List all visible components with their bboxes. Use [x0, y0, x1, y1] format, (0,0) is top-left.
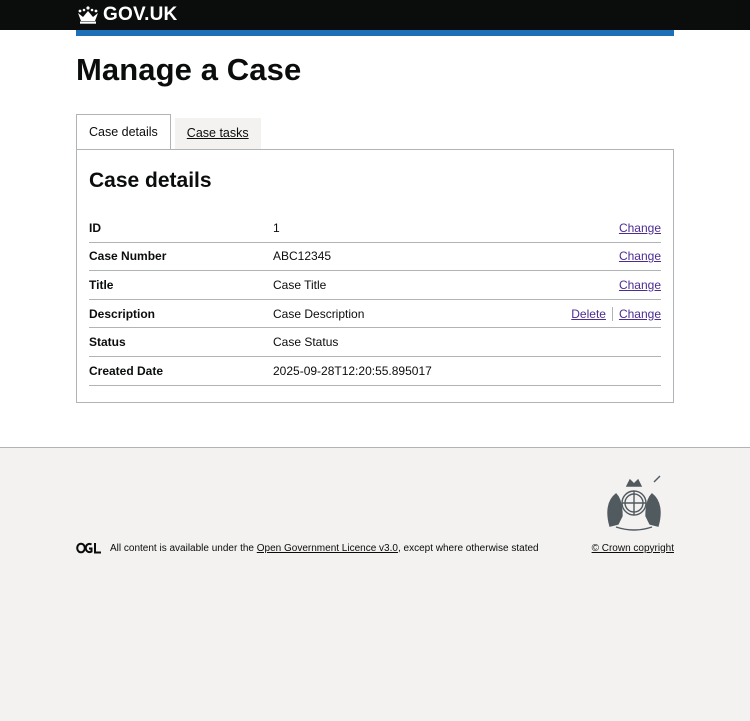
change-title-link[interactable]: Change	[619, 278, 661, 292]
tab-case-tasks[interactable]: Case tasks	[174, 118, 261, 149]
govuk-footer: All content is available under the Open …	[0, 447, 750, 716]
licence-prefix: All content is available under the	[110, 542, 257, 554]
tab-list: Case details Case tasks	[76, 114, 674, 149]
govuk-header: GOV.UK	[0, 0, 750, 30]
page-top: GOV.UK Manage a Case Case details Case t…	[0, 0, 750, 447]
footer-meta: All content is available under the Open …	[76, 542, 674, 554]
row-value: Case Status	[273, 335, 339, 350]
summary-row-case-number: Case Number ABC12345 Change	[89, 243, 661, 272]
change-description-link[interactable]: Change	[619, 307, 661, 321]
row-key: Title	[89, 277, 114, 292]
royal-coat-of-arms-icon	[607, 475, 661, 531]
row-actions: Delete Change	[571, 306, 661, 321]
change-id-link[interactable]: Change	[619, 221, 661, 235]
main-content: Manage a Case Case details Case tasks Ca…	[0, 30, 750, 447]
govuk-logo-link[interactable]: GOV.UK	[76, 4, 177, 26]
page-title: Manage a Case	[76, 52, 302, 87]
row-key: Status	[89, 335, 126, 350]
header-container: GOV.UK	[76, 0, 674, 30]
row-value: ABC12345	[273, 249, 332, 264]
licence-suffix: , except where otherwise stated	[397, 542, 539, 554]
ogl-licence-link[interactable]: Open Government Licence v3.0	[257, 543, 398, 554]
change-case-number-link[interactable]: Change	[619, 249, 661, 263]
ogl-logo-icon	[76, 542, 101, 554]
row-key: Created Date	[89, 363, 164, 378]
row-key: Description	[89, 306, 156, 321]
tabs: Case details Case tasks Case details ID …	[76, 114, 674, 403]
row-key: Case Number	[89, 249, 167, 264]
row-key: ID	[89, 220, 101, 235]
summary-row-status: Status Case Status	[89, 328, 661, 357]
summary-row-created-date: Created Date 2025-09-28T12:20:55.895017	[89, 357, 661, 386]
case-details-panel: Case details ID 1 Change Case Number ABC…	[76, 149, 674, 403]
summary-row-description: Description Case Description Delete Chan…	[89, 300, 661, 329]
summary-row-id: ID 1 Change	[89, 214, 661, 243]
row-actions: Change	[619, 221, 661, 235]
crown-copyright-link[interactable]: © Crown copyright	[592, 543, 674, 554]
panel-heading: Case details	[89, 169, 212, 192]
row-actions: Change	[619, 278, 661, 292]
row-value: 2025-09-28T12:20:55.895017	[273, 363, 432, 378]
logo-text: GOV.UK	[103, 4, 178, 25]
action-divider	[611, 306, 613, 321]
row-value: Case Title	[273, 277, 327, 292]
crown-icon	[78, 6, 98, 24]
delete-description-link[interactable]: Delete	[571, 307, 606, 321]
row-value: Case Description	[273, 306, 365, 321]
tab-case-details[interactable]: Case details	[76, 114, 171, 149]
licence-text: All content is available under the Open …	[110, 543, 592, 554]
summary-row-title: Title Case Title Change	[89, 271, 661, 300]
row-value: 1	[273, 220, 280, 235]
row-actions: Change	[619, 249, 661, 263]
